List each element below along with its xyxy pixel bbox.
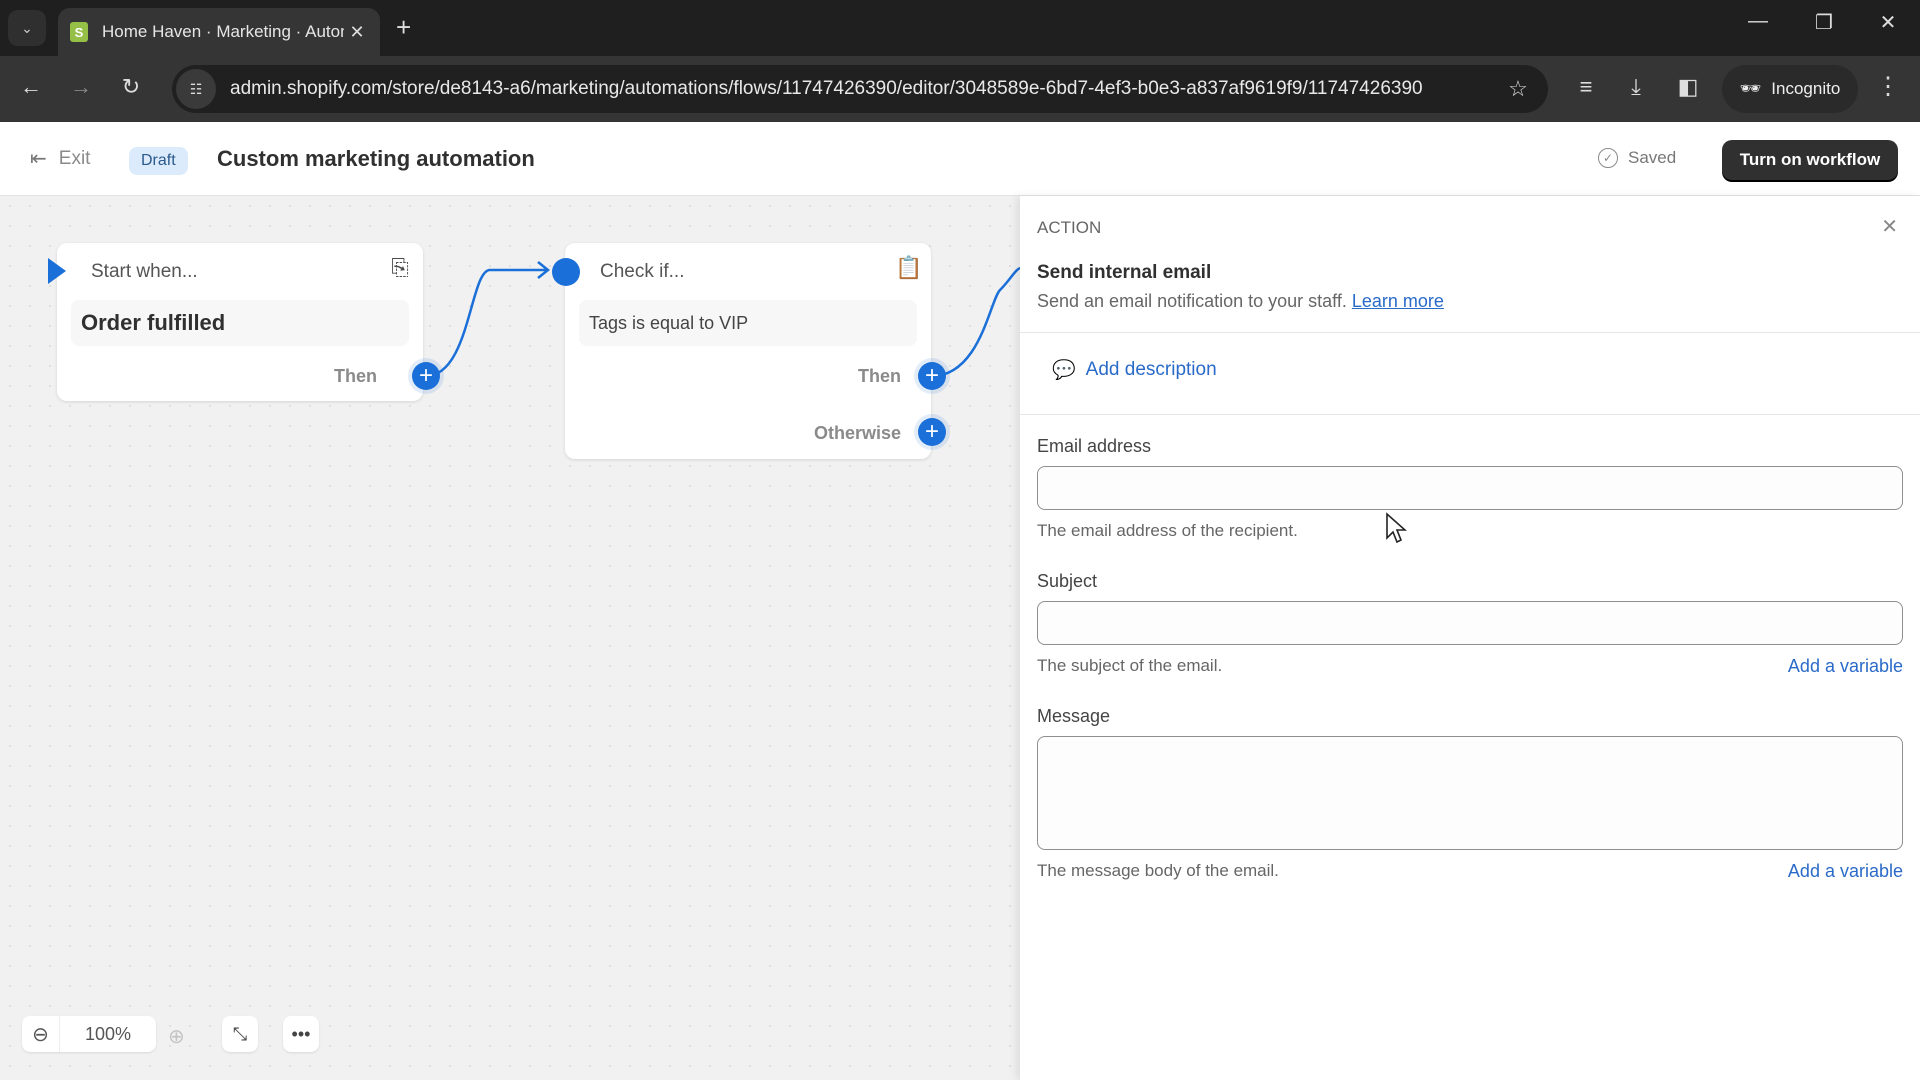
chevron-down-icon: ⌄ (21, 19, 33, 36)
kebab-menu-icon[interactable]: ⋮ (1876, 72, 1900, 101)
panel-description: Send an email notification to your staff… (1037, 291, 1444, 312)
tune-icon: ☷ (189, 80, 203, 97)
comment-add-icon: 💬 (1052, 360, 1076, 381)
mouse-cursor-icon (1386, 512, 1407, 544)
zoom-in-button[interactable]: ⊕ (168, 1024, 185, 1049)
side-panel-icon[interactable]: ◧ (1672, 74, 1704, 100)
more-options-button[interactable]: ••• (283, 1016, 319, 1052)
download-icon[interactable]: ⤓ (1620, 74, 1652, 100)
arrow-right-icon: → (70, 74, 92, 99)
add-description-label: Add description (1085, 359, 1217, 380)
add-step-then-button[interactable]: + (918, 362, 946, 390)
condition-node[interactable]: Check if... 📋 Tags is equal to VIP Then … (565, 243, 931, 459)
learn-more-link[interactable]: Learn more (1352, 291, 1444, 311)
zoom-level[interactable]: 100% (60, 1024, 156, 1045)
branch-label-then: Then (334, 366, 377, 386)
email-address-input[interactable] (1037, 466, 1903, 510)
node-body: Order fulfilled (71, 300, 409, 346)
divider (1020, 332, 1920, 333)
subject-input[interactable] (1037, 601, 1903, 645)
browser-tab-bar: ⌄ S Home Haven · Marketing · Automations… (0, 0, 1920, 56)
panel-title: Send internal email (1037, 262, 1212, 283)
media-queue-icon[interactable]: ≡ (1570, 74, 1602, 100)
subject-label: Subject (1037, 571, 1098, 591)
trigger-node[interactable]: Start when... ⎘ Order fulfilled Then (57, 243, 423, 401)
reload-button[interactable]: ↻ (116, 74, 146, 100)
plus-circle-icon: ⊕ (168, 1026, 185, 1048)
email-address-help: The email address of the recipient. (1037, 521, 1298, 540)
app-header: ⇤ Exit Draft Custom marketing automation… (0, 122, 1920, 196)
restore-button[interactable]: ❐ (1804, 10, 1844, 35)
turn-on-workflow-button[interactable]: Turn on workflow (1722, 140, 1898, 180)
message-help: The message body of the email. (1037, 861, 1279, 880)
collapse-arrows-icon: ⤡ (232, 1023, 248, 1044)
tab-list-button[interactable]: ⌄ (8, 10, 46, 46)
panel-type-label: ACTION (1037, 218, 1102, 237)
exit-label: Exit (58, 147, 91, 169)
message-add-variable-link[interactable]: Add a variable (1788, 861, 1903, 882)
clipboard-check-icon: 📋 (895, 255, 923, 280)
action-panel: ACTION ✕ Send internal email Send an ema… (1020, 196, 1920, 1080)
incognito-label: Incognito (1771, 79, 1841, 98)
incognito-indicator[interactable]: 🕶 Incognito (1722, 65, 1858, 113)
window-close-button[interactable]: ✕ (1868, 10, 1908, 35)
incognito-icon: 🕶 (1739, 79, 1762, 98)
exit-button[interactable]: ⇤ Exit (30, 146, 90, 171)
saved-indicator: ✓ Saved (1598, 148, 1676, 168)
shopify-favicon-icon: S (70, 22, 88, 42)
node-type-label: Check if... (600, 261, 685, 282)
add-description-button[interactable]: 💬 Add description (1052, 358, 1217, 382)
panel-close-icon[interactable]: ✕ (1881, 214, 1898, 239)
page-title: Custom marketing automation (217, 146, 535, 171)
ellipsis-icon: ••• (291, 1023, 311, 1044)
zoom-out-button[interactable]: ⊖ (22, 1016, 60, 1052)
tab-close-icon[interactable]: ✕ (344, 22, 370, 43)
arrow-left-icon: ← (20, 74, 42, 99)
address-bar[interactable]: ☷ admin.shopify.com/store/de8143-a6/mark… (172, 65, 1548, 113)
forward-button[interactable]: → (66, 74, 96, 100)
saved-label: Saved (1628, 148, 1677, 167)
condition-marker-icon (552, 258, 580, 286)
subject-add-variable-link[interactable]: Add a variable (1788, 656, 1903, 677)
tab-title: Home Haven · Marketing · Automations (102, 22, 344, 41)
minus-circle-icon: ⊖ (32, 1023, 49, 1046)
plus-icon: + (396, 12, 412, 42)
node-type-label: Start when... (91, 261, 198, 282)
reload-icon: ↻ (121, 74, 141, 99)
minimize-button[interactable]: — (1738, 10, 1778, 33)
branch-label-otherwise: Otherwise (813, 423, 901, 443)
subject-help: The subject of the email. (1037, 656, 1223, 675)
url-text[interactable]: admin.shopify.com/store/de8143-a6/market… (230, 78, 1498, 100)
add-step-otherwise-button[interactable]: + (918, 418, 946, 446)
inbox-download-icon: ⎘ (391, 255, 409, 280)
message-label: Message (1037, 706, 1111, 726)
fit-to-screen-button[interactable]: ⤡ (222, 1016, 258, 1052)
browser-tab-active[interactable]: S Home Haven · Marketing · Automations ✕ (58, 8, 380, 56)
zoom-control: ⊖ 100% (22, 1016, 156, 1052)
back-button[interactable]: ← (16, 74, 46, 100)
exit-icon: ⇤ (30, 148, 47, 170)
browser-toolbar: ← → ↻ ☷ admin.shopify.com/store/de8143-a… (0, 56, 1920, 122)
message-textarea[interactable] (1037, 736, 1903, 850)
branch-label-then: Then (858, 366, 901, 386)
email-address-label: Email address (1037, 436, 1152, 456)
start-marker-icon (48, 258, 66, 284)
site-info-button[interactable]: ☷ (176, 69, 216, 109)
check-circle-icon: ✓ (1598, 148, 1618, 168)
bookmark-star-icon[interactable]: ☆ (1498, 76, 1538, 102)
divider (1020, 414, 1920, 415)
node-body: Tags is equal to VIP (579, 300, 917, 346)
panel-description-text: Send an email notification to your staff… (1037, 291, 1347, 311)
new-tab-button[interactable]: + (396, 12, 411, 43)
add-step-then-button[interactable]: + (412, 362, 440, 390)
status-badge: Draft (129, 147, 188, 175)
